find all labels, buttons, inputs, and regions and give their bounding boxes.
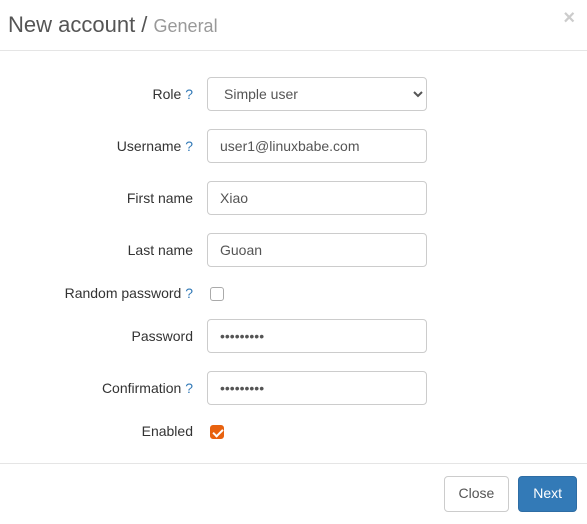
modal-title: New account / General	[8, 12, 572, 38]
next-button[interactable]: Next	[518, 476, 577, 512]
password-input[interactable]	[207, 319, 427, 353]
row-confirmation: Confirmation ?	[15, 371, 572, 405]
row-random-password: Random password ?	[15, 285, 572, 301]
close-icon[interactable]: ×	[563, 8, 575, 28]
last-name-input[interactable]	[207, 233, 427, 267]
label-confirmation: Confirmation ?	[15, 380, 207, 396]
help-icon[interactable]: ?	[185, 285, 193, 301]
help-icon[interactable]: ?	[185, 138, 193, 154]
label-confirmation-text: Confirmation	[102, 380, 181, 396]
label-username-text: Username	[117, 138, 182, 154]
first-name-input[interactable]	[207, 181, 427, 215]
close-button[interactable]: Close	[444, 476, 510, 512]
row-first-name: First name	[15, 181, 572, 215]
confirmation-input[interactable]	[207, 371, 427, 405]
label-password-text: Password	[132, 328, 193, 344]
help-icon[interactable]: ?	[185, 86, 193, 102]
label-password: Password	[15, 328, 207, 344]
title-sub: General	[154, 16, 218, 36]
label-enabled: Enabled	[15, 423, 207, 439]
label-random-password: Random password ?	[15, 285, 207, 301]
role-select[interactable]: Simple user	[207, 77, 427, 111]
modal-header: × New account / General	[0, 0, 587, 51]
row-role: Role ? Simple user	[15, 77, 572, 111]
label-first-name-text: First name	[127, 190, 193, 206]
modal-footer: Close Next	[0, 463, 587, 524]
label-random-password-text: Random password	[65, 285, 182, 301]
label-first-name: First name	[15, 190, 207, 206]
username-input[interactable]	[207, 129, 427, 163]
help-icon[interactable]: ?	[185, 380, 193, 396]
row-enabled: Enabled	[15, 423, 572, 439]
title-main: New account	[8, 12, 135, 37]
label-last-name-text: Last name	[128, 242, 193, 258]
label-username: Username ?	[15, 138, 207, 154]
label-role: Role ?	[15, 86, 207, 102]
row-password: Password	[15, 319, 572, 353]
row-last-name: Last name	[15, 233, 572, 267]
enabled-checkbox[interactable]	[210, 425, 224, 439]
label-role-text: Role	[153, 86, 182, 102]
title-separator: /	[135, 12, 153, 37]
label-enabled-text: Enabled	[142, 423, 193, 439]
random-password-checkbox[interactable]	[210, 287, 224, 301]
label-last-name: Last name	[15, 242, 207, 258]
modal-body: Role ? Simple user Username ? First name…	[0, 51, 587, 467]
row-username: Username ?	[15, 129, 572, 163]
